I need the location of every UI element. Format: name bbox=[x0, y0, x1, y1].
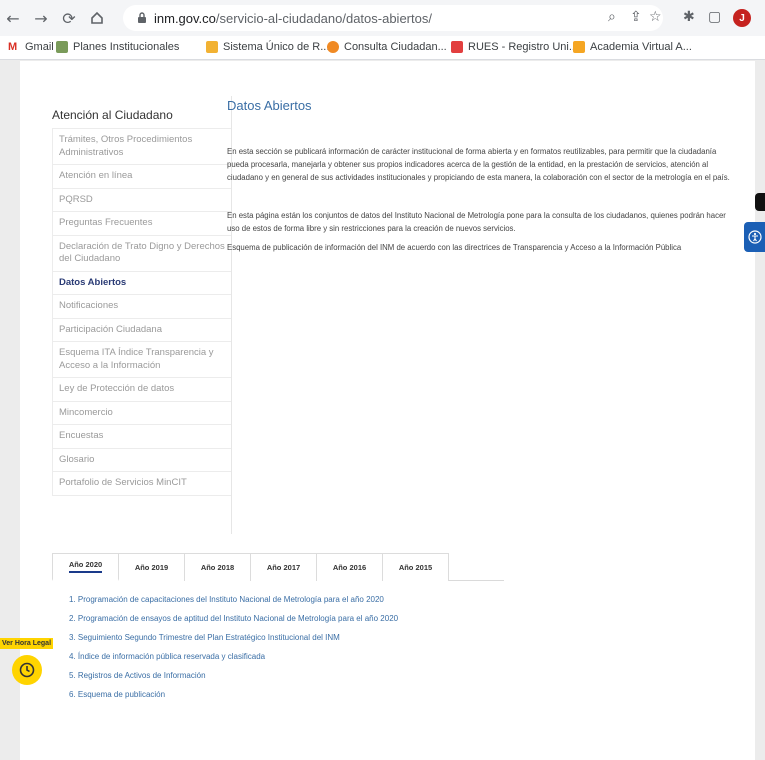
tab-2017[interactable]: Año 2017 bbox=[250, 553, 317, 581]
academia-icon bbox=[573, 41, 585, 53]
accessibility-icon bbox=[747, 230, 762, 244]
forward-icon[interactable]: → bbox=[32, 9, 50, 28]
tab-2020[interactable]: Año 2020 bbox=[52, 553, 119, 581]
sidebar-item-pqrsd[interactable]: PQRSD bbox=[52, 188, 232, 212]
intro-paragraph: En esta sección se publicará información… bbox=[227, 147, 730, 182]
sidebar-item-proteccion-datos[interactable]: Ley de Protección de datos bbox=[52, 378, 232, 402]
document-link[interactable]: 3. Seguimiento Segundo Trimestre del Pla… bbox=[69, 628, 398, 647]
sidebar-item-atencion-en-linea[interactable]: Atención en línea bbox=[52, 165, 232, 189]
bookmark-planes[interactable]: Planes Institucionales bbox=[56, 41, 179, 53]
page-title: Datos Abiertos bbox=[227, 98, 312, 113]
bookmark-consulta[interactable]: Consulta Ciudadan... bbox=[327, 41, 447, 53]
lock-icon bbox=[138, 12, 146, 23]
sidebar-item-notificaciones[interactable]: Notificaciones bbox=[52, 295, 232, 319]
bookmark-academia[interactable]: Academia Virtual A... bbox=[573, 41, 692, 53]
tab-2019[interactable]: Año 2019 bbox=[118, 553, 185, 581]
sidebar-item-portafolio[interactable]: Portafolio de Servicios MinCIT bbox=[52, 472, 232, 496]
sidebar-item-tramites[interactable]: Trámites, Otros Procedimientos Administr… bbox=[52, 128, 232, 165]
document-link[interactable]: 4. Índice de información pública reserva… bbox=[69, 647, 398, 666]
sidebar-item-mincomercio[interactable]: Mincomercio bbox=[52, 401, 232, 425]
tab-2015[interactable]: Año 2015 bbox=[382, 553, 449, 581]
bookmark-star-icon[interactable]: ☆ bbox=[649, 9, 662, 25]
extensions-icon[interactable]: ✱ bbox=[683, 9, 695, 25]
document-link[interactable]: 2. Programación de ensayos de aptitud de… bbox=[69, 609, 398, 628]
reload-icon[interactable]: ⟳ bbox=[60, 9, 78, 28]
sidebar-item-datos-abiertos[interactable]: Datos Abiertos bbox=[52, 271, 232, 295]
share-icon[interactable]: ⇪ bbox=[630, 9, 642, 25]
planes-icon bbox=[56, 41, 68, 53]
address-bar[interactable]: inm.gov.co/servicio-al-ciudadano/datos-a… bbox=[123, 5, 663, 31]
bookmark-gmail[interactable]: M Gmail bbox=[8, 41, 54, 53]
sidebar-item-participacion[interactable]: Participación Ciudadana bbox=[52, 318, 232, 342]
sidebar-nav: Trámites, Otros Procedimientos Administr… bbox=[52, 128, 232, 496]
profile-avatar[interactable]: J bbox=[733, 9, 751, 27]
page-content: Atención al Ciudadano Trámites, Otros Pr… bbox=[20, 61, 755, 760]
accessibility-button[interactable] bbox=[744, 222, 765, 252]
gmail-icon: M bbox=[8, 41, 20, 53]
datasets-paragraph: En esta página están los conjuntos de da… bbox=[227, 211, 726, 233]
year-tabs: Año 2020 Año 2019 Año 2018 Año 2017 Año … bbox=[52, 553, 504, 581]
browser-toolbar: ← → ⟳ inm.gov.co/servicio-al-ciudadano/d… bbox=[0, 0, 765, 36]
consulta-icon bbox=[327, 41, 339, 53]
bookmark-sistema[interactable]: Sistema Único de R... bbox=[206, 41, 329, 53]
document-link[interactable]: 5. Registros de Activos de Información bbox=[69, 666, 398, 685]
back-icon[interactable]: ← bbox=[4, 9, 22, 28]
url-text: inm.gov.co/servicio-al-ciudadano/datos-a… bbox=[154, 11, 432, 26]
tab-2016[interactable]: Año 2016 bbox=[316, 553, 383, 581]
sidebar-item-glosario[interactable]: Glosario bbox=[52, 448, 232, 472]
tab-2018[interactable]: Año 2018 bbox=[184, 553, 251, 581]
clock-button[interactable] bbox=[12, 655, 42, 685]
side-panel-icon[interactable]: ▢ bbox=[708, 9, 721, 25]
folder-icon bbox=[206, 41, 218, 53]
floating-black-tab[interactable] bbox=[755, 193, 765, 211]
rues-icon bbox=[451, 41, 463, 53]
sidebar-item-trato-digno[interactable]: Declaración de Trato Digno y Derechos de… bbox=[52, 235, 232, 272]
home-icon[interactable] bbox=[88, 9, 106, 27]
bookmarks-bar: M Gmail Planes Institucionales Sistema Ún… bbox=[0, 36, 765, 60]
sidebar-item-preguntas-frecuentes[interactable]: Preguntas Frecuentes bbox=[52, 212, 232, 236]
clock-icon bbox=[19, 662, 35, 678]
documents-list: 1. Programación de capacitaciones del In… bbox=[69, 590, 398, 704]
document-link[interactable]: 1. Programación de capacitaciones del In… bbox=[69, 590, 398, 609]
sidebar-title: Atención al Ciudadano bbox=[52, 108, 173, 122]
document-link[interactable]: 6. Esquema de publicación bbox=[69, 685, 398, 704]
sidebar-item-esquema-ita[interactable]: Esquema ITA Índice Transparencia y Acces… bbox=[52, 342, 232, 378]
sidebar-item-encuestas[interactable]: Encuestas bbox=[52, 425, 232, 449]
hora-legal-badge[interactable]: Ver Hora Legal bbox=[0, 638, 54, 649]
publication-scheme-paragraph: Esquema de publicación de información de… bbox=[227, 243, 682, 252]
bookmark-rues[interactable]: RUES - Registro Uni... bbox=[451, 41, 578, 53]
zoom-icon[interactable]: ⌕ bbox=[608, 9, 616, 25]
